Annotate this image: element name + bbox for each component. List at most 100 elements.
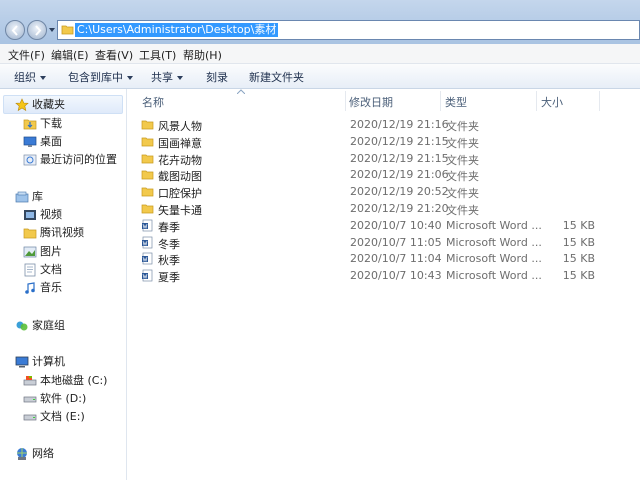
network-icon bbox=[17, 448, 27, 460]
file-name: 夏季 bbox=[158, 271, 180, 285]
word-doc-icon bbox=[141, 236, 154, 252]
file-type: 文件夹 bbox=[446, 204, 479, 217]
file-type: 文件夹 bbox=[446, 120, 479, 133]
column-divider[interactable] bbox=[345, 91, 346, 111]
column-date[interactable]: 修改日期 bbox=[349, 94, 393, 110]
file-type: 文件夹 bbox=[446, 187, 479, 201]
folder-icon bbox=[141, 152, 154, 168]
drive-icon bbox=[23, 396, 37, 403]
arrow-left-icon bbox=[11, 25, 18, 36]
file-type: 文件夹 bbox=[446, 153, 479, 167]
word-doc-icon bbox=[141, 252, 154, 268]
file-name: 口腔保护 bbox=[158, 187, 202, 201]
file-row[interactable]: 风景人物 2020/12/19 21:16 文件夹 bbox=[128, 117, 640, 134]
homegroup-icon bbox=[16, 321, 28, 331]
nav-tencent-video-label: 腾讯视频 bbox=[40, 226, 84, 239]
nav-drive-e-label: 文档 (E:) bbox=[40, 410, 85, 423]
menu-bar: 文件(F) 编辑(E) 查看(V) 工具(T) 帮助(H) bbox=[0, 44, 640, 64]
file-type: Microsoft Word ... bbox=[446, 235, 542, 249]
nav-music-label: 音乐 bbox=[40, 281, 62, 294]
file-size: 15 KB bbox=[562, 252, 595, 266]
videos-icon bbox=[24, 210, 36, 220]
file-row[interactable]: 秋季 2020/10/7 11:04 Microsoft Word ... 15 KB bbox=[128, 251, 640, 268]
nav-videos-label: 视频 bbox=[40, 208, 62, 221]
file-type: 文件夹 bbox=[446, 170, 479, 184]
nav-pictures-label: 图片 bbox=[40, 245, 62, 258]
nav-network-label: 网络 bbox=[32, 447, 54, 460]
recent-places-icon bbox=[23, 154, 37, 166]
file-date: 2020/12/19 21:20 bbox=[350, 202, 449, 215]
arrow-right-icon bbox=[35, 25, 42, 36]
nav-computer-label: 计算机 bbox=[32, 355, 65, 368]
column-divider[interactable] bbox=[599, 91, 600, 111]
downloads-folder-icon bbox=[23, 119, 37, 130]
file-date: 2020/10/7 11:04 bbox=[350, 252, 442, 266]
file-type: Microsoft Word ... bbox=[446, 252, 542, 266]
file-type: Microsoft Word ... bbox=[446, 218, 542, 232]
recent-pages-dropdown-icon[interactable] bbox=[48, 26, 56, 34]
file-name: 冬季 bbox=[158, 237, 180, 251]
file-name: 风景人物 bbox=[158, 120, 202, 133]
chevron-down-icon bbox=[40, 76, 46, 80]
nav-desktop-label: 桌面 bbox=[40, 135, 62, 148]
file-name: 国画禅意 bbox=[158, 136, 202, 150]
star-icon bbox=[15, 98, 29, 112]
nav-downloads-label: 下载 bbox=[40, 117, 62, 130]
desktop-icon bbox=[23, 136, 37, 147]
nav-homegroup-label: 家庭组 bbox=[32, 319, 65, 332]
menu-edit[interactable]: 编辑(E) bbox=[51, 47, 89, 63]
folder-icon bbox=[141, 135, 154, 151]
column-name[interactable]: 名称 bbox=[142, 94, 164, 110]
menu-help[interactable]: 帮助(H) bbox=[183, 47, 222, 63]
file-size: 15 KB bbox=[562, 269, 595, 283]
navigation-pane: 收藏夹 下载 桌面 最近访问的位置 库 视频 腾讯视频 图片 文档 音乐 家庭组 bbox=[0, 89, 127, 480]
file-date: 2020/10/7 10:40 bbox=[350, 218, 442, 232]
address-bar-area: C:\Users\Administrator\Desktop\素材 bbox=[0, 0, 640, 44]
file-date: 2020/12/19 21:15 bbox=[350, 134, 449, 148]
file-row[interactable]: 冬季 2020/10/7 11:05 Microsoft Word ... 15 KB bbox=[128, 235, 640, 252]
word-doc-icon bbox=[141, 269, 154, 285]
share-button[interactable]: 共享 bbox=[151, 69, 183, 85]
computer-icon bbox=[15, 356, 29, 368]
file-date: 2020/10/7 11:05 bbox=[350, 235, 442, 249]
folder-icon bbox=[141, 168, 154, 184]
include-in-library-button[interactable]: 包含到库中 bbox=[68, 69, 133, 85]
file-row[interactable]: 春季 2020/10/7 10:40 Microsoft Word ... 15 KB bbox=[128, 218, 640, 235]
documents-icon bbox=[24, 263, 36, 277]
column-type[interactable]: 类型 bbox=[445, 94, 467, 110]
back-button[interactable] bbox=[5, 20, 25, 40]
organize-button[interactable]: 组织 bbox=[14, 69, 46, 85]
menu-file[interactable]: 文件(F) bbox=[8, 47, 45, 63]
file-row[interactable]: 夏季 2020/10/7 10:43 Microsoft Word ... 15 KB bbox=[128, 268, 640, 285]
file-row[interactable]: 截图动图 2020/12/19 21:06 文件夹 bbox=[128, 167, 640, 184]
column-divider[interactable] bbox=[536, 91, 537, 111]
address-path[interactable]: C:\Users\Administrator\Desktop\素材 bbox=[75, 23, 279, 37]
file-type: Microsoft Word ... bbox=[446, 269, 542, 283]
nav-drive-d-label: 软件 (D:) bbox=[40, 392, 87, 405]
file-name: 矢量卡通 bbox=[158, 204, 202, 217]
file-date: 2020/12/19 21:15 bbox=[350, 151, 449, 165]
address-field[interactable]: C:\Users\Administrator\Desktop\素材 bbox=[57, 20, 640, 40]
file-name: 秋季 bbox=[158, 254, 180, 268]
nav-documents-label: 文档 bbox=[40, 263, 62, 276]
menu-view[interactable]: 查看(V) bbox=[95, 47, 133, 63]
forward-button[interactable] bbox=[27, 20, 47, 40]
file-date: 2020/12/19 21:06 bbox=[350, 168, 449, 182]
file-row[interactable]: 矢量卡通 2020/12/19 21:20 文件夹 bbox=[128, 201, 640, 218]
column-size[interactable]: 大小 bbox=[541, 94, 563, 110]
burn-label: 刻录 bbox=[206, 71, 228, 84]
new-folder-button[interactable]: 新建文件夹 bbox=[249, 69, 304, 85]
file-row[interactable]: 口腔保护 2020/12/19 20:52 文件夹 bbox=[128, 184, 640, 201]
file-row[interactable]: 花卉动物 2020/12/19 21:15 文件夹 bbox=[128, 151, 640, 168]
folder-icon bbox=[141, 185, 154, 201]
file-type: 文件夹 bbox=[446, 136, 479, 150]
system-drive-icon bbox=[23, 376, 37, 386]
column-divider[interactable] bbox=[440, 91, 441, 111]
include-library-label: 包含到库中 bbox=[68, 71, 123, 84]
burn-button[interactable]: 刻录 bbox=[206, 69, 228, 85]
pictures-icon bbox=[23, 246, 37, 258]
music-note-icon bbox=[25, 282, 35, 294]
file-date: 2020/12/19 20:52 bbox=[350, 185, 449, 199]
menu-tools[interactable]: 工具(T) bbox=[139, 47, 176, 63]
file-row[interactable]: 国画禅意 2020/12/19 21:15 文件夹 bbox=[128, 134, 640, 151]
